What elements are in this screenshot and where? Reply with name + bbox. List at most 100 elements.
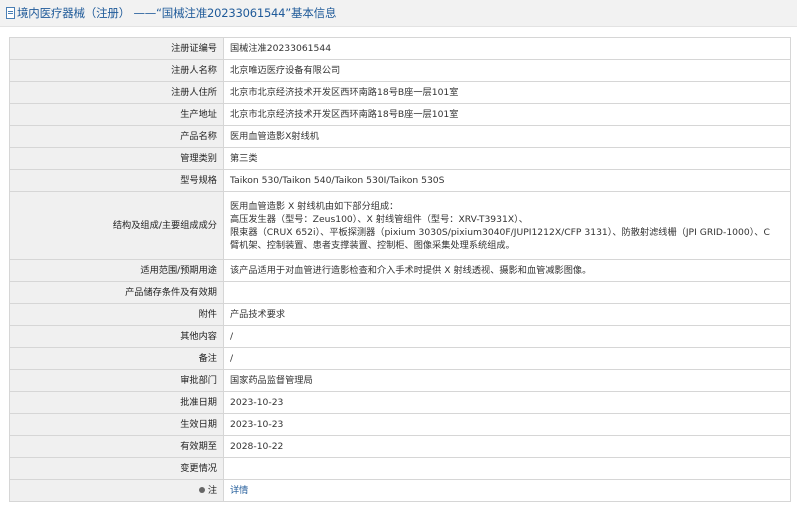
field-value-line: 医用血管造影 X 射线机由如下部分组成： bbox=[230, 200, 399, 212]
field-label-text: 型号规格 bbox=[180, 175, 217, 186]
field-value-text: 北京唯迈医疗设备有限公司 bbox=[230, 65, 341, 76]
field-value: 医用血管造影 X 射线机由如下部分组成： 高压发生器（型号：Zeus100）、X … bbox=[223, 191, 791, 260]
field-label-text: 有效期至 bbox=[180, 441, 217, 452]
table-row: 审批部门 国家药品监督管理局 bbox=[9, 369, 791, 392]
table-row: 变更情况 bbox=[9, 457, 791, 480]
table-row: 备注 / bbox=[9, 347, 791, 370]
field-value-line: 臂机架、控制装置、患者支撑装置、控制柜、图像采集处理系统组成。 bbox=[230, 239, 515, 251]
field-label: 型号规格 bbox=[9, 169, 224, 192]
field-label: 结构及组成/主要组成成分 bbox=[9, 191, 224, 260]
page-title: 境内医疗器械（注册） ——“国械注准20233061544”基本信息 bbox=[17, 6, 337, 20]
field-value: 第三类 bbox=[223, 147, 791, 170]
field-label: 变更情况 bbox=[9, 457, 224, 480]
field-label-text: 注 bbox=[207, 485, 217, 496]
field-label-text: 结构及组成/主要组成成分 bbox=[112, 220, 217, 231]
field-value-text: Taikon 530/Taikon 540/Taikon 530I/Taikon… bbox=[230, 175, 445, 186]
table-row: 注册人住所 北京市北京经济技术开发区西环南路18号B座一层101室 bbox=[9, 81, 791, 104]
field-label-text: 产品储存条件及有效期 bbox=[125, 287, 217, 298]
field-value: / bbox=[223, 325, 791, 348]
table-row: 生效日期 2023-10-23 bbox=[9, 413, 791, 436]
field-value-text: 医用血管造影X射线机 bbox=[230, 131, 319, 142]
field-label: 审批部门 bbox=[9, 369, 224, 392]
field-value-text: 该产品适用于对血管进行造影检查和介入手术时提供 X 射线透视、摄影和血管减影图像… bbox=[230, 265, 592, 276]
field-value-text: 第三类 bbox=[230, 153, 258, 164]
field-label: 管理类别 bbox=[9, 147, 224, 170]
field-value-text: 2023-10-23 bbox=[230, 397, 284, 408]
field-value: 2028-10-22 bbox=[223, 435, 791, 458]
table-row: 批准日期 2023-10-23 bbox=[9, 391, 791, 414]
table-row: 有效期至 2028-10-22 bbox=[9, 435, 791, 458]
field-label: 生产地址 bbox=[9, 103, 224, 126]
field-label: 备注 bbox=[9, 347, 224, 370]
table-row: 结构及组成/主要组成成分 医用血管造影 X 射线机由如下部分组成： 高压发生器（型号… bbox=[9, 191, 791, 260]
table-row: 注册人名称 北京唯迈医疗设备有限公司 bbox=[9, 59, 791, 82]
field-value bbox=[223, 281, 791, 304]
field-label-text: 产品名称 bbox=[180, 131, 217, 142]
field-label: 生效日期 bbox=[9, 413, 224, 436]
table-row: 其他内容 / bbox=[9, 325, 791, 348]
table-row: 型号规格 Taikon 530/Taikon 540/Taikon 530I/Ta… bbox=[9, 169, 791, 192]
field-value-text: 2023-10-23 bbox=[230, 419, 284, 430]
table-row: 生产地址 北京市北京经济技术开发区西环南路18号B座一层101室 bbox=[9, 103, 791, 126]
field-label: 适用范围/预期用途 bbox=[9, 259, 224, 282]
field-value-text: 2028-10-22 bbox=[230, 441, 284, 452]
field-value: 医用血管造影X射线机 bbox=[223, 125, 791, 148]
field-label: 注册人名称 bbox=[9, 59, 224, 82]
field-value-line: 高压发生器（型号：Zeus100）、X 射线管组件（型号：XRV-T3931X）… bbox=[230, 213, 528, 225]
field-value: 2023-10-23 bbox=[223, 413, 791, 436]
field-label-text: 注册人住所 bbox=[171, 87, 217, 98]
field-label-text: 适用范围/预期用途 bbox=[140, 265, 217, 276]
field-value: 详情 bbox=[223, 479, 791, 502]
field-label: 产品名称 bbox=[9, 125, 224, 148]
field-label-text: 审批部门 bbox=[180, 375, 217, 386]
document-icon bbox=[6, 7, 15, 19]
field-label-text: 批准日期 bbox=[180, 397, 217, 408]
field-label-text: 生效日期 bbox=[180, 419, 217, 430]
field-value-text: 国械注准20233061544 bbox=[230, 43, 332, 54]
table-row: 注 详情 bbox=[9, 479, 791, 502]
page-header: 境内医疗器械（注册） ——“国械注准20233061544”基本信息 bbox=[0, 0, 797, 27]
field-label-text: 附件 bbox=[198, 309, 217, 320]
table-row: 管理类别 第三类 bbox=[9, 147, 791, 170]
field-value: 北京市北京经济技术开发区西环南路18号B座一层101室 bbox=[223, 103, 791, 126]
field-label: 有效期至 bbox=[9, 435, 224, 458]
table-row: 产品名称 医用血管造影X射线机 bbox=[9, 125, 791, 148]
field-value: 北京唯迈医疗设备有限公司 bbox=[223, 59, 791, 82]
field-label-text: 管理类别 bbox=[180, 153, 217, 164]
field-label: 批准日期 bbox=[9, 391, 224, 414]
field-value: 国械注准20233061544 bbox=[223, 37, 791, 60]
field-value: 该产品适用于对血管进行造影检查和介入手术时提供 X 射线透视、摄影和血管减影图像… bbox=[223, 259, 791, 282]
field-value-text: 北京市北京经济技术开发区西环南路18号B座一层101室 bbox=[230, 87, 459, 98]
table-row: 产品储存条件及有效期 bbox=[9, 281, 791, 304]
field-value-line: 限束器（CRUX 652i）、平板探测器（pixium 3030S/pixium… bbox=[230, 226, 770, 238]
field-label: 产品储存条件及有效期 bbox=[9, 281, 224, 304]
details-link[interactable]: 详情 bbox=[230, 485, 248, 496]
field-value-text: 北京市北京经济技术开发区西环南路18号B座一层101室 bbox=[230, 109, 459, 120]
field-value: Taikon 530/Taikon 540/Taikon 530I/Taikon… bbox=[223, 169, 791, 192]
field-value: / bbox=[223, 347, 791, 370]
info-table: 注册证编号 国械注准20233061544 注册人名称 北京唯迈医疗设备有限公司 注册人… bbox=[9, 37, 791, 502]
field-value: 北京市北京经济技术开发区西环南路18号B座一层101室 bbox=[223, 81, 791, 104]
field-label-text: 其他内容 bbox=[180, 331, 217, 342]
pin-icon bbox=[198, 486, 205, 493]
table-row: 适用范围/预期用途 该产品适用于对血管进行造影检查和介入手术时提供 X 射线透视、… bbox=[9, 259, 791, 282]
field-value bbox=[223, 457, 791, 480]
field-label: 注册人住所 bbox=[9, 81, 224, 104]
field-label: 注册证编号 bbox=[9, 37, 224, 60]
field-label-text: 注册证编号 bbox=[171, 43, 217, 54]
field-label-text: 生产地址 bbox=[180, 109, 217, 120]
field-label: 注 bbox=[9, 479, 224, 502]
field-label-text: 备注 bbox=[198, 353, 217, 364]
table-row: 附件 产品技术要求 bbox=[9, 303, 791, 326]
field-label: 其他内容 bbox=[9, 325, 224, 348]
field-value-text: 国家药品监督管理局 bbox=[230, 375, 313, 386]
field-value: 2023-10-23 bbox=[223, 391, 791, 414]
field-value-text: / bbox=[230, 353, 234, 364]
table-row: 注册证编号 国械注准20233061544 bbox=[9, 37, 791, 60]
field-value: 国家药品监督管理局 bbox=[223, 369, 791, 392]
field-value-text: 产品技术要求 bbox=[230, 309, 286, 320]
field-value-text: / bbox=[230, 331, 234, 342]
field-label: 附件 bbox=[9, 303, 224, 326]
field-label-text: 注册人名称 bbox=[171, 65, 217, 76]
field-value: 产品技术要求 bbox=[223, 303, 791, 326]
